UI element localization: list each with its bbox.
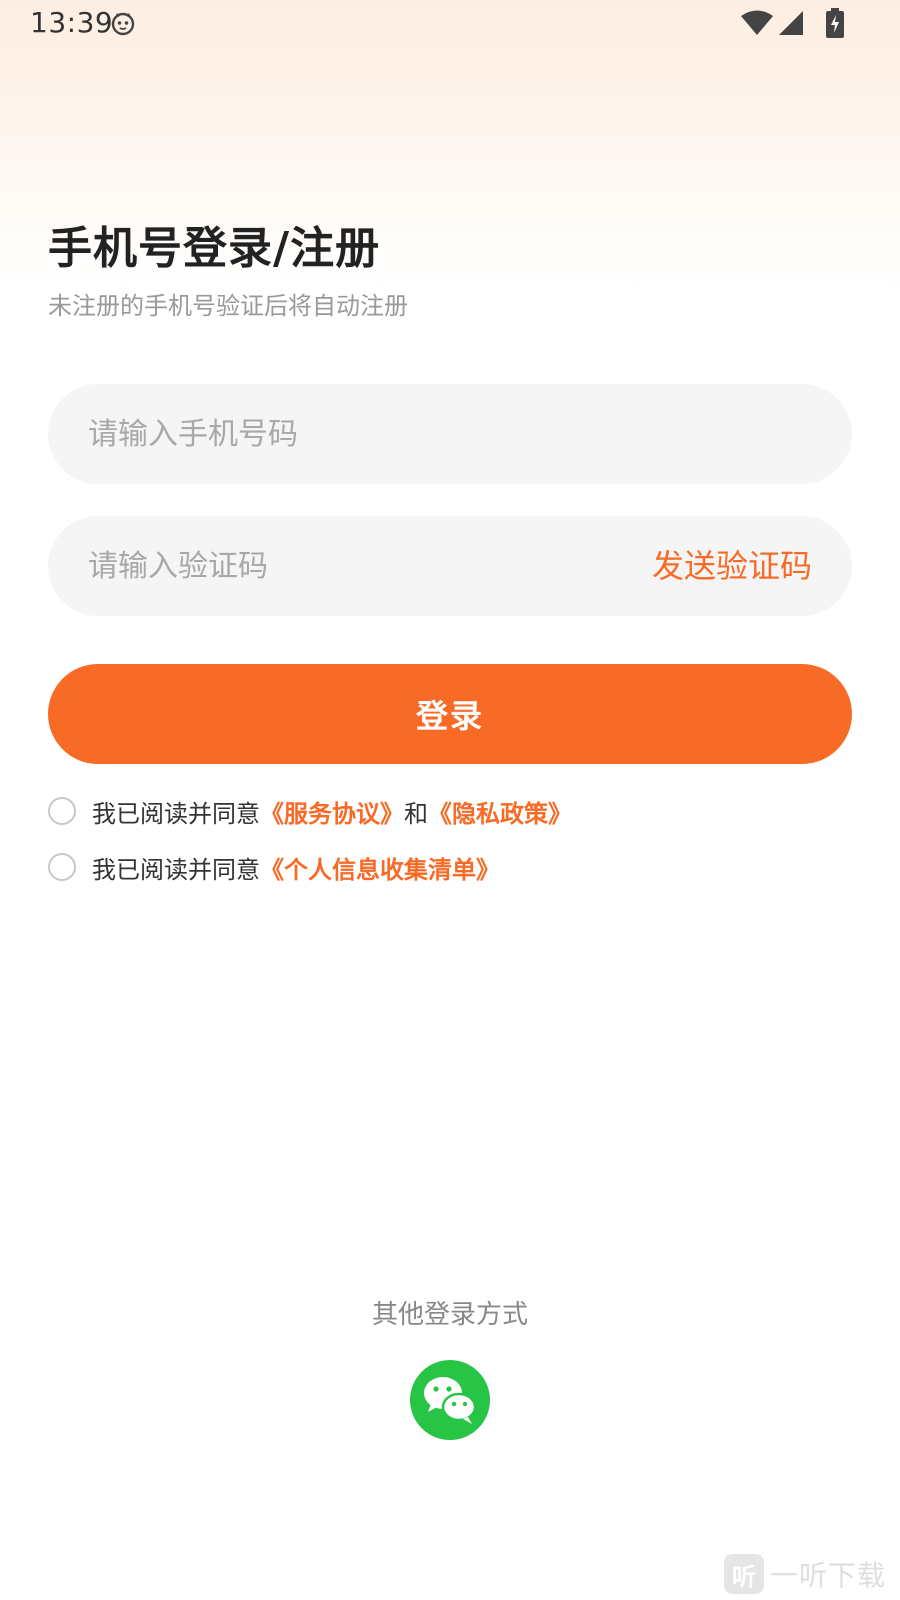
battery-charging-icon [826, 8, 844, 38]
status-time: 13:39 [30, 6, 114, 39]
agreement-text: 我已阅读并同意 [92, 855, 260, 884]
personal-info-list-link[interactable]: 《个人信息收集清单》 [260, 850, 500, 885]
watermark-text: 一听下载 [769, 1559, 886, 1592]
agreement-checkbox-terms[interactable] [48, 797, 76, 825]
agreement-row-personal-info: 我已阅读并同意 《个人信息收集清单》 [48, 850, 500, 884]
code-input-container: 发送验证码 [48, 516, 852, 616]
wechat-icon [424, 1377, 477, 1424]
agreement-checkbox-personal-info[interactable] [48, 853, 76, 881]
cell-signal-icon [779, 11, 803, 35]
status-bar: 13:39 [0, 0, 900, 46]
phone-input-container [48, 384, 852, 484]
page-subtitle: 未注册的手机号验证后将自动注册 [48, 292, 408, 320]
agreement-text: 我已阅读并同意 [92, 799, 260, 828]
wifi-icon [741, 10, 773, 35]
other-login-label: 其他登录方式 [371, 1300, 528, 1330]
verification-code-input[interactable] [88, 516, 588, 616]
service-agreement-link[interactable]: 《服务协议》 [260, 794, 404, 829]
page-title: 手机号登录/注册 [48, 223, 381, 274]
agreement-row-terms: 我已阅读并同意 《服务协议》 和 《隐私政策》 [48, 794, 572, 828]
cat-face-icon [111, 12, 135, 36]
watermark: 听 一听下载 [723, 1552, 886, 1596]
send-code-button[interactable]: 发送验证码 [652, 546, 812, 586]
phone-input[interactable] [88, 384, 808, 484]
wechat-login-button[interactable] [410, 1360, 490, 1440]
agreement-joiner: 和 [404, 799, 428, 828]
privacy-policy-link[interactable]: 《隐私政策》 [428, 794, 572, 829]
watermark-logo-icon: 听 [723, 1554, 764, 1594]
login-button[interactable]: 登录 [48, 664, 852, 764]
